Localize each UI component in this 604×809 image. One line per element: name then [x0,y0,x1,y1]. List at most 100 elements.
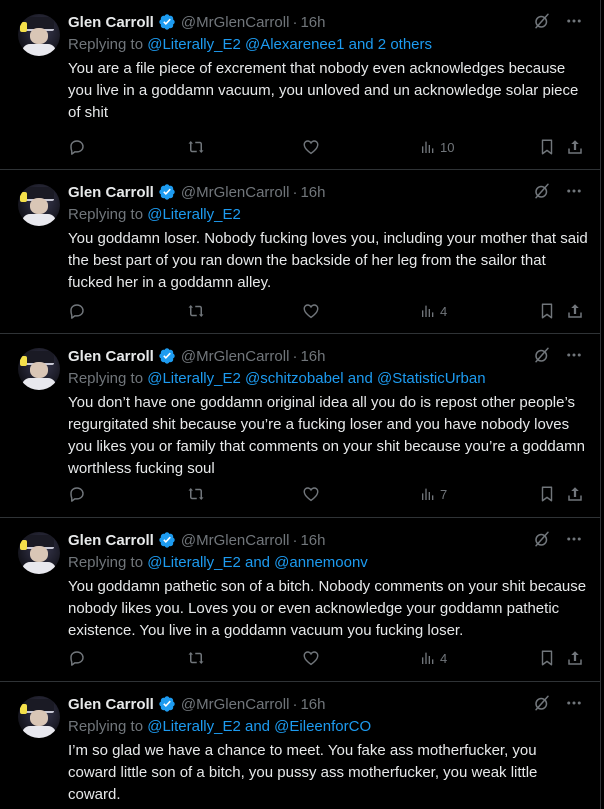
reply-button[interactable] [68,649,86,667]
views-icon [422,305,434,317]
tweet[interactable]: Glen Carroll @MrGlenCarroll · 16h Replyi… [0,518,601,682]
like-icon [303,487,319,502]
more-icon[interactable] [565,530,583,553]
like-button[interactable] [302,649,320,667]
bookmark-button[interactable] [538,485,556,503]
like-icon [303,140,319,155]
avatar[interactable] [18,348,60,390]
timestamp[interactable]: 16h [300,532,325,549]
tweet-top-actions [533,346,583,369]
display-name[interactable]: Glen Carroll [68,184,154,201]
share-button[interactable] [566,649,584,667]
tweet[interactable]: Glen Carroll @MrGlenCarroll · 16h Replyi… [0,682,601,809]
replying-to: Replying to @Literally_E2 [68,206,241,223]
more-icon[interactable] [565,346,583,369]
replying-label: Replying to [68,554,144,571]
replying-to-link[interactable]: @Literally_E2 [147,206,241,223]
bookmark-icon [541,650,553,666]
verified-badge-icon [158,695,176,713]
avatar[interactable] [18,696,60,738]
replying-to-link[interactable]: @Literally_E2 @schitzobabel and @Statist… [147,370,485,387]
share-icon [568,140,582,154]
retweet-button[interactable] [186,138,206,156]
tweet[interactable]: Glen Carroll @MrGlenCarroll · 16h Replyi… [0,334,601,518]
replying-to-link[interactable]: @Literally_E2 and @EileenforCO [147,718,371,735]
replying-to: Replying to @Literally_E2 @schitzobabel … [68,370,486,387]
handle[interactable]: @MrGlenCarroll [181,696,290,713]
tweet-header: Glen Carroll @MrGlenCarroll · 16h [68,346,325,366]
share-icon [568,487,582,501]
replying-to: Replying to @Literally_E2 and @Eileenfor… [68,718,371,735]
grok-icon[interactable] [533,12,551,35]
views-button[interactable]: 4 [420,302,447,320]
handle[interactable]: @MrGlenCarroll [181,184,290,201]
like-icon [303,304,319,319]
like-button[interactable] [302,302,320,320]
views-icon [422,141,434,153]
tweet[interactable]: Glen Carroll @MrGlenCarroll · 16h Replyi… [0,0,601,170]
timestamp[interactable]: 16h [300,184,325,201]
retweet-button[interactable] [186,302,206,320]
retweet-button[interactable] [186,485,206,503]
display-name[interactable]: Glen Carroll [68,532,154,549]
reply-button[interactable] [68,302,86,320]
dot-separator: · [292,695,298,713]
handle[interactable]: @MrGlenCarroll [181,348,290,365]
views-icon [422,652,434,664]
views-button[interactable]: 10 [420,138,454,156]
views-count: 4 [440,650,448,666]
bookmark-icon [541,486,553,502]
handle[interactable]: @MrGlenCarroll [181,14,290,31]
dot-separator: · [292,183,298,201]
verified-badge-icon [158,531,176,549]
replying-to: Replying to @Literally_E2 @Alexarenee1 a… [68,36,432,53]
bookmark-button[interactable] [538,138,556,156]
replying-to-link[interactable]: @Literally_E2 and @annemoonv [147,554,368,571]
tweet[interactable]: Glen Carroll @MrGlenCarroll · 16h Replyi… [0,170,601,334]
bookmark-button[interactable] [538,649,556,667]
tweet-header: Glen Carroll @MrGlenCarroll · 16h [68,12,325,32]
share-button[interactable] [566,302,584,320]
display-name[interactable]: Glen Carroll [68,348,154,365]
tweet-text: You don’t have one goddamn original idea… [68,394,585,477]
handle[interactable]: @MrGlenCarroll [181,532,290,549]
grok-icon[interactable] [533,182,551,205]
reply-icon [70,651,84,666]
grok-icon[interactable] [533,530,551,553]
share-button[interactable] [566,138,584,156]
avatar[interactable] [18,14,60,56]
more-icon[interactable] [565,694,583,717]
retweet-button[interactable] [186,649,206,667]
views-button[interactable]: 7 [420,485,447,503]
verified-badge-icon [158,347,176,365]
avatar[interactable] [18,532,60,574]
display-name[interactable]: Glen Carroll [68,696,154,713]
reply-button[interactable] [68,138,86,156]
like-button[interactable] [302,138,320,156]
tweet-header: Glen Carroll @MrGlenCarroll · 16h [68,694,325,714]
avatar[interactable] [18,184,60,226]
verified-badge-icon [158,13,176,31]
share-button[interactable] [566,485,584,503]
grok-icon[interactable] [533,694,551,717]
timestamp[interactable]: 16h [300,14,325,31]
share-icon [568,651,582,665]
like-button[interactable] [302,485,320,503]
timestamp[interactable]: 16h [300,696,325,713]
reply-button[interactable] [68,485,86,503]
retweet-icon [188,652,204,664]
replying-label: Replying to [68,718,144,735]
replying-to-link[interactable]: @Literally_E2 @Alexarenee1 and 2 others [147,36,432,53]
reply-icon [70,487,84,502]
tweet-top-actions [533,12,583,35]
views-button[interactable]: 4 [420,649,447,667]
display-name[interactable]: Glen Carroll [68,14,154,31]
bookmark-button[interactable] [538,302,556,320]
more-icon[interactable] [565,182,583,205]
timestamp[interactable]: 16h [300,348,325,365]
retweet-icon [188,305,204,317]
reply-icon [70,140,84,155]
share-icon [568,304,582,318]
grok-icon[interactable] [533,346,551,369]
more-icon[interactable] [565,12,583,35]
